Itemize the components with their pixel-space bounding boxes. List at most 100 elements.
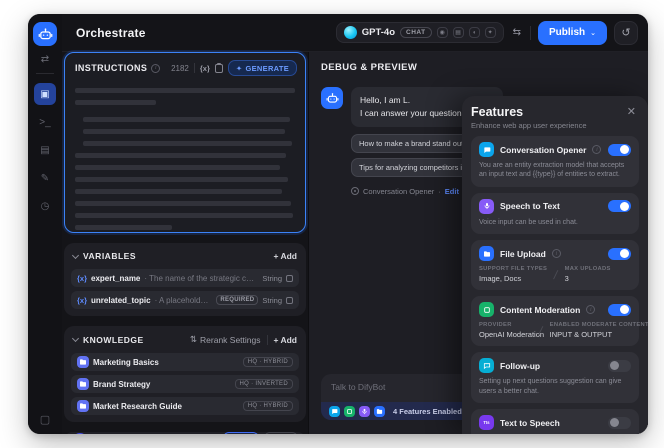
skeleton-line [75,201,291,206]
skeleton-line [75,165,280,170]
follow-up-toggle[interactable] [608,360,631,372]
swap-icon[interactable]: ⇄ [41,54,49,65]
retrieval-badge: HQ · INVERTED [235,379,293,389]
folder-icon [77,356,89,368]
app-logo-robot-icon[interactable] [33,22,57,46]
content-moderation-toggle[interactable] [608,304,631,316]
speech-to-text-toggle[interactable] [608,200,631,212]
text-to-speech-icon: Tts [479,415,494,430]
skeleton-line [75,100,156,105]
knowledge-section: KNOWLEDGE ⇅ Rerank Settings + Add [64,326,306,422]
char-count: 2182 [171,64,189,73]
model-capability-icon: ✦ [485,27,496,38]
feature-card-conversation-opener: Conversation Opener i You are an entity … [471,136,639,187]
add-variable-button[interactable]: + Add [274,251,298,261]
separator [267,335,268,345]
instructions-editor[interactable] [65,80,305,233]
sidebar-frame-icon[interactable]: ▢ [40,413,50,426]
left-column: INSTRUCTIONS i 2182 {x} ✦ GENERATE [62,52,308,434]
skeleton-line [75,213,293,218]
sidebar-item-annotation[interactable]: ✎ [34,167,56,189]
conversation-opener-icon [351,187,359,195]
vision-eye-icon [72,433,88,435]
model-capability-icon: ▤ [453,27,464,38]
feature-card-content-moderation: Content Moderation i PROVIDER OpenAI Mod… [471,296,639,346]
conversation-opener-toggle[interactable] [608,144,631,156]
sparkle-icon: ✦ [236,64,243,73]
model-provider-icon [344,26,357,39]
info-icon: i [586,305,595,314]
top-bar-actions: GPT-4o CHAT ◉ ▤ ◖ ✦ ⇆ Publish ⌄ ↺ [336,21,638,45]
folder-icon [77,400,89,412]
variable-row[interactable]: {x} unrelated_topic · A placeholder for … [71,291,299,309]
vision-section: Vision i RESOLUTION i High Low [64,432,306,434]
chevron-down-icon[interactable] [72,335,79,342]
instructions-actions: 2182 {x} ✦ GENERATE [171,60,297,76]
feature-card-follow-up: Follow-up Setting up next questions sugg… [471,352,639,403]
knowledge-row[interactable]: Marketing Basics HQ · HYBRID [71,353,299,371]
text-to-speech-toggle[interactable] [608,417,631,429]
bot-avatar [321,87,343,109]
conversation-opener-mini-icon [329,406,340,417]
variables-section: VARIABLES + Add {x} expert_name · The na… [64,243,306,316]
folder-icon [77,378,89,390]
moderation-mini-icon [344,406,355,417]
sidebar-item-terminal[interactable]: >_ [34,111,56,133]
features-title: Features [471,105,587,119]
edit-icon[interactable] [286,297,293,304]
skeleton-line [75,88,295,93]
chevron-down-icon[interactable] [72,251,79,258]
resolution-high-button[interactable]: High [223,432,259,434]
model-capability-icon: ◖ [469,27,480,38]
sidebar-item-orchestrate[interactable]: ▣ [34,83,56,105]
sidebar-item-monitoring[interactable]: ◷ [34,195,56,217]
skeleton-line [83,117,290,122]
separator [194,63,195,73]
info-icon: i [552,249,561,258]
folder-mini-icon [374,406,385,417]
follow-up-icon [479,358,494,373]
variable-token-icon[interactable]: {x} [200,64,210,73]
app-window: ⇄ ▣ >_ ▤ ✎ ◷ ▢ Orchestrate GPT-4o CHAT ◉… [28,14,648,434]
resolution-low-button[interactable]: Low [264,432,298,434]
instructions-header: INSTRUCTIONS i 2182 {x} ✦ GENERATE [65,53,305,80]
features-subtitle: Enhance web app user experience [471,121,587,130]
suggested-question-chip[interactable]: How to make a brand stand out? [351,134,475,153]
instructions-panel[interactable]: INSTRUCTIONS i 2182 {x} ✦ GENERATE [64,52,306,233]
model-selector[interactable]: GPT-4o CHAT ◉ ▤ ◖ ✦ [336,22,504,43]
copy-icon[interactable] [215,64,223,73]
publish-label: Publish [549,27,585,38]
edit-icon[interactable] [286,275,293,282]
skeleton-line [75,153,286,158]
history-icon: ↺ [621,26,630,39]
svg-text:Tts: Tts [483,420,490,425]
history-button[interactable]: ↺ [614,21,638,45]
generate-button[interactable]: ✦ GENERATE [228,60,297,76]
feature-card-speech-to-text: Speech to Text Voice input can be used i… [471,193,639,234]
rerank-settings-button[interactable]: ⇅ Rerank Settings [190,334,261,345]
file-upload-toggle[interactable] [608,248,631,260]
model-name: GPT-4o [362,27,395,38]
sidebar-item-logs[interactable]: ▤ [34,139,56,161]
feature-card-text-to-speech: Tts Text to Speech Conversation messages… [471,409,639,434]
add-knowledge-button[interactable]: + Add [274,335,298,345]
feature-card-file-upload: File Upload i SUPPORT FILE TYPES Image, … [471,240,639,290]
knowledge-row[interactable]: Market Research Guide HQ · HYBRID [71,397,299,415]
edit-opener-link[interactable]: Edit [445,187,459,196]
microphone-icon [479,199,494,214]
knowledge-row[interactable]: Brand Strategy HQ · INVERTED [71,375,299,393]
publish-button[interactable]: Publish ⌄ [538,21,607,45]
content-area: INSTRUCTIONS i 2182 {x} ✦ GENERATE [62,52,648,434]
model-mode-badge: CHAT [400,27,432,38]
variables-title: VARIABLES [83,251,136,261]
model-settings-icon[interactable]: ⇆ [511,27,523,38]
folder-icon [479,246,494,261]
features-panel: Features Enhance web app user experience… [462,96,648,434]
variable-row[interactable]: {x} expert_name · The name of the strate… [71,269,299,287]
meta-divider: / [553,268,559,282]
skeleton-line [75,189,282,194]
close-icon[interactable]: ✕ [624,105,639,119]
skeleton-line [75,225,172,230]
instructions-title: INSTRUCTIONS [75,63,147,73]
required-badge: REQUIRED [216,295,258,305]
